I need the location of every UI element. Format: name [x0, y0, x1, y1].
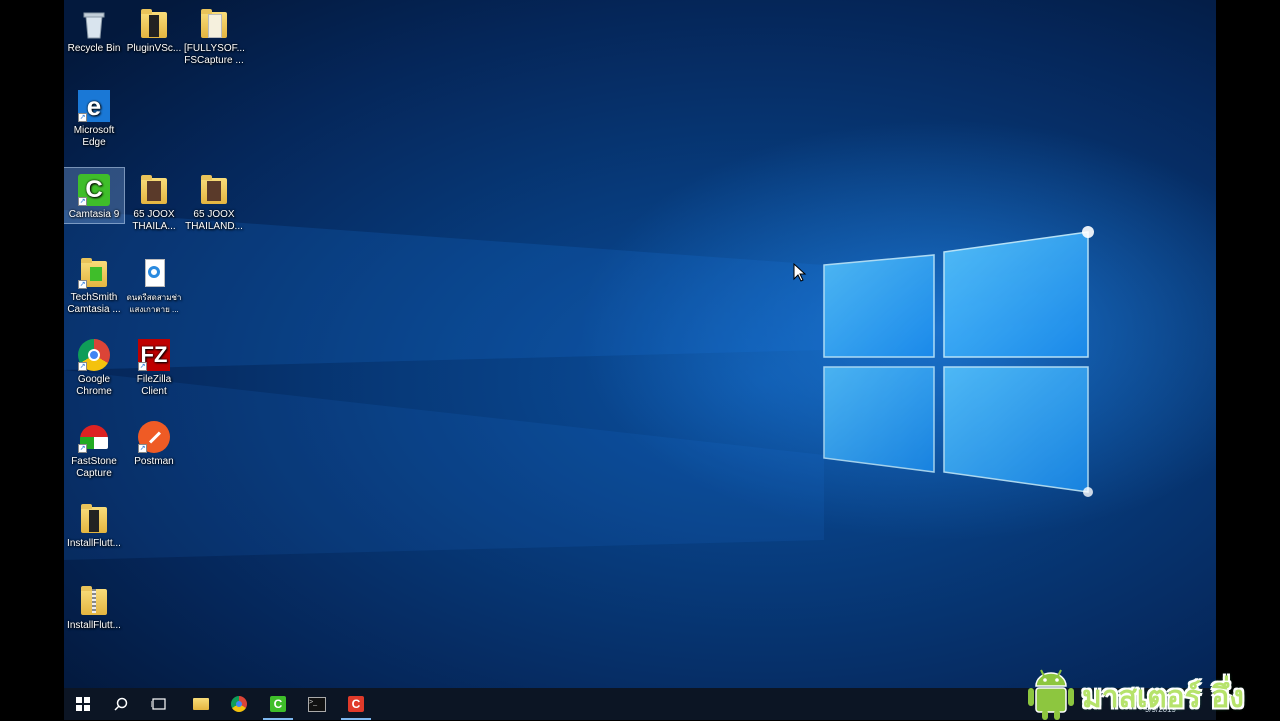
icon-label: Camtasia 9 — [68, 209, 120, 220]
windows-logo-wallpaper — [64, 210, 1094, 560]
techsmith-camtasia-icon[interactable]: ↗ TechSmith Camtasia ... — [64, 251, 124, 316]
icon-label: 65 JOOX THAILAND... — [185, 209, 243, 232]
icon-label: 65 JOOX THAILA... — [132, 209, 176, 232]
icon-label: PluginVSc... — [126, 43, 182, 54]
mouse-cursor-icon — [793, 263, 807, 282]
icon-label: TechSmith Camtasia ... — [67, 292, 121, 315]
filezilla-client-icon[interactable]: FZ ↗ FileZilla Client — [124, 333, 184, 398]
google-chrome-taskbar-icon[interactable] — [220, 688, 258, 720]
postman-icon[interactable]: ↗ Postman — [124, 415, 184, 468]
watermark: มาสเตอร์ อึ่ง — [1020, 660, 1280, 720]
faststone-capture-icon[interactable]: ↗ FastStone Capture — [64, 415, 124, 480]
icon-label: ดนตรีสดสามช่า แสงเกาตาย ... — [126, 293, 182, 314]
icon-label: Recycle Bin — [67, 43, 121, 54]
watermark-text: มาสเตอร์ อึ่ง — [1082, 680, 1244, 715]
installflutter-2-icon[interactable]: InstallFlutt... — [64, 579, 124, 632]
thai-file-icon[interactable]: ดนตรีสดสามช่า แสงเกาตาย ... — [124, 251, 184, 316]
icon-label: Microsoft Edge — [73, 125, 115, 148]
icon-label: Postman — [134, 456, 174, 467]
camtasia-recorder-taskbar-icon[interactable]: C — [337, 688, 375, 720]
file-explorer-icon[interactable] — [182, 688, 220, 720]
camtasia-9-icon[interactable]: C ↗ Camtasia 9 — [64, 167, 125, 224]
folder-joox-2-icon[interactable]: 65 JOOX THAILAND... — [184, 168, 244, 233]
folder-joox-1-icon[interactable]: 65 JOOX THAILA... — [124, 168, 184, 233]
command-prompt-icon[interactable]: >_ — [298, 688, 336, 720]
desktop[interactable]: Recycle Bin PluginVSc... [FULLYSOF... FS… — [64, 0, 1216, 720]
task-view-icon[interactable] — [140, 688, 178, 720]
windows-icon[interactable] — [64, 688, 102, 720]
folder-plugin-icon[interactable]: PluginVSc... — [124, 2, 184, 55]
installflutter-1-icon[interactable]: InstallFlutt... — [64, 497, 124, 550]
camtasia-taskbar-icon[interactable]: C — [259, 688, 297, 720]
search-icon[interactable] — [102, 688, 140, 720]
icon-label: FastStone Capture — [71, 456, 117, 479]
icon-label: Google Chrome — [76, 374, 112, 397]
folder-fullysoft-icon[interactable]: [FULLYSOF... FSCapture ... — [184, 2, 245, 67]
icon-label: InstallFlutt... — [67, 538, 121, 549]
microsoft-edge-icon[interactable]: e ↗ Microsoft Edge — [64, 84, 124, 149]
android-robot-icon — [1028, 669, 1074, 720]
icon-label: FileZilla Client — [136, 374, 172, 397]
icon-label: [FULLYSOF... FSCapture ... — [184, 43, 245, 66]
recycle-bin-icon[interactable]: Recycle Bin — [64, 2, 124, 55]
google-chrome-icon[interactable]: ↗ Google Chrome — [64, 333, 124, 398]
icon-label: InstallFlutt... — [67, 620, 121, 631]
